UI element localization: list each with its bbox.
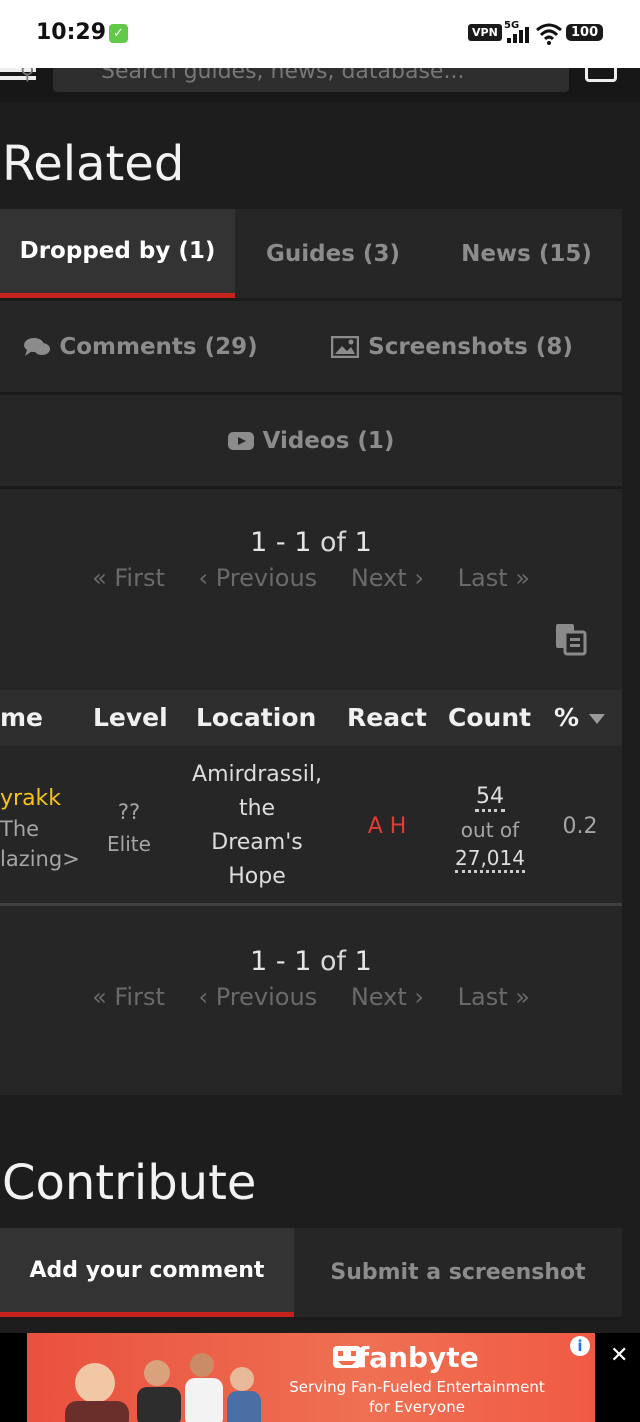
related-tabs-row-2: Comments (29) Screenshots (8) <box>0 301 622 395</box>
column-react[interactable]: React <box>347 690 427 746</box>
pager-bottom-count: 1 - 1 of 1 <box>0 946 622 977</box>
related-heading: Related <box>2 136 185 192</box>
copy-icon[interactable] <box>554 622 588 656</box>
react-alliance: A <box>367 814 383 839</box>
column-percent[interactable]: % <box>554 690 579 746</box>
tab-dropped-by[interactable]: Dropped by (1) <box>0 209 235 298</box>
site-header: ⚲ Search guides, news, database... <box>0 68 640 102</box>
npc-level: ?? <box>117 800 141 824</box>
ad-brand: fanbyte <box>357 1341 479 1374</box>
table-row: yrakk The lazing> ?? Elite Amirdrassil, … <box>0 746 622 906</box>
wifi-icon <box>536 23 562 45</box>
location-line4[interactable]: Hope <box>180 864 334 889</box>
search-icon: ⚲ <box>20 68 35 84</box>
column-level[interactable]: Level <box>93 690 168 746</box>
ad-info-icon[interactable]: i <box>570 1336 590 1356</box>
pager-range: 1 - 1 <box>250 527 312 558</box>
status-time: 10:29 <box>36 20 107 45</box>
pager-bottom-of: of <box>320 946 347 977</box>
pager-bottom-last[interactable]: Last » <box>458 983 530 1011</box>
user-account-icon[interactable] <box>585 68 617 82</box>
tab-screenshots[interactable]: Screenshots (8) <box>282 301 622 392</box>
related-tabs-row-1: Dropped by (1) Guides (3) News (15) <box>0 209 622 301</box>
pager-bottom-previous[interactable]: ‹ Previous <box>199 983 318 1011</box>
pager-bottom-first[interactable]: « First <box>92 983 165 1011</box>
drop-count-total-value: 27,014 <box>455 846 525 873</box>
related-tabs-row-3: Videos (1) <box>0 395 622 489</box>
ad-banner: fanbyte Serving Fan-Fueled Entertainment… <box>0 1333 640 1422</box>
drop-percent: 0.2 <box>562 814 598 839</box>
tab-news[interactable]: News (15) <box>431 209 622 298</box>
image-icon <box>331 335 360 358</box>
tab-videos-label: Videos (1) <box>262 427 395 454</box>
drop-count-total: 27,014 <box>445 846 535 873</box>
pager-first[interactable]: « First <box>92 564 165 592</box>
react-indicator: A H <box>362 814 412 839</box>
location-line2[interactable]: the <box>180 796 334 821</box>
pager-bottom: 1 - 1 of 1 « First ‹ Previous Next › Las… <box>0 946 622 1011</box>
location-line3[interactable]: Dream's <box>180 830 334 855</box>
drop-count-out-of: out of <box>460 818 520 842</box>
ad-tagline-line2: for Everyone <box>369 1398 465 1416</box>
search-input[interactable]: Search guides, news, database... <box>53 68 569 92</box>
pager-next[interactable]: Next › <box>351 564 424 592</box>
sort-desc-icon <box>589 714 605 724</box>
notification-check-icon: ✓ <box>109 24 128 43</box>
ad-creative[interactable]: fanbyte Serving Fan-Fueled Entertainment… <box>27 1333 595 1422</box>
tab-comments-label: Comments (29) <box>59 333 258 360</box>
pager-bottom-next[interactable]: Next › <box>351 983 424 1011</box>
vpn-badge: VPN <box>468 24 502 41</box>
youtube-icon <box>227 431 254 450</box>
battery-indicator: 100 <box>566 24 604 41</box>
tab-screenshots-label: Screenshots (8) <box>368 333 573 360</box>
pager-of: of <box>320 527 347 558</box>
pager-bottom-total: 1 <box>354 946 372 977</box>
npc-classification: Elite <box>107 832 151 856</box>
npc-name-link[interactable]: yrakk <box>0 786 61 811</box>
close-banner-icon[interactable]: ✕ <box>610 1343 628 1368</box>
react-horde: H <box>389 814 407 839</box>
npc-title-line1: The <box>0 817 40 841</box>
contribute-tabs: Add your comment Submit a screenshot <box>0 1228 622 1320</box>
column-name[interactable]: me <box>0 690 43 746</box>
pager-count: 1 - 1 of 1 <box>0 527 622 558</box>
tab-guides[interactable]: Guides (3) <box>235 209 431 298</box>
pager-bottom-range: 1 - 1 <box>250 946 312 977</box>
column-location[interactable]: Location <box>196 690 316 746</box>
drop-count-value: 54 <box>475 784 505 812</box>
pager-last[interactable]: Last » <box>458 564 530 592</box>
pager-top: 1 - 1 of 1 « First ‹ Previous Next › Las… <box>0 527 622 592</box>
npc-title-line2: lazing> <box>0 847 80 871</box>
column-count[interactable]: Count <box>448 690 531 746</box>
status-bar: 10:29 ✓ VPN 5G 100 <box>0 0 640 68</box>
ad-people-image <box>65 1353 261 1422</box>
location-line1[interactable]: Amirdrassil, <box>180 762 334 787</box>
tab-add-comment[interactable]: Add your comment <box>0 1228 294 1317</box>
comments-icon <box>24 337 51 356</box>
tab-submit-screenshot[interactable]: Submit a screenshot <box>294 1228 622 1317</box>
tab-comments[interactable]: Comments (29) <box>0 301 282 392</box>
pager-total: 1 <box>354 527 372 558</box>
ad-tagline-line1: Serving Fan-Fueled Entertainment <box>289 1378 545 1396</box>
pager-previous[interactable]: ‹ Previous <box>199 564 318 592</box>
signal-icon <box>507 27 529 43</box>
tab-videos[interactable]: Videos (1) <box>0 395 622 486</box>
contribute-heading: Contribute <box>2 1155 257 1211</box>
table-header: me Level Location React Count % <box>0 690 622 746</box>
drop-count: 54 <box>445 784 535 812</box>
